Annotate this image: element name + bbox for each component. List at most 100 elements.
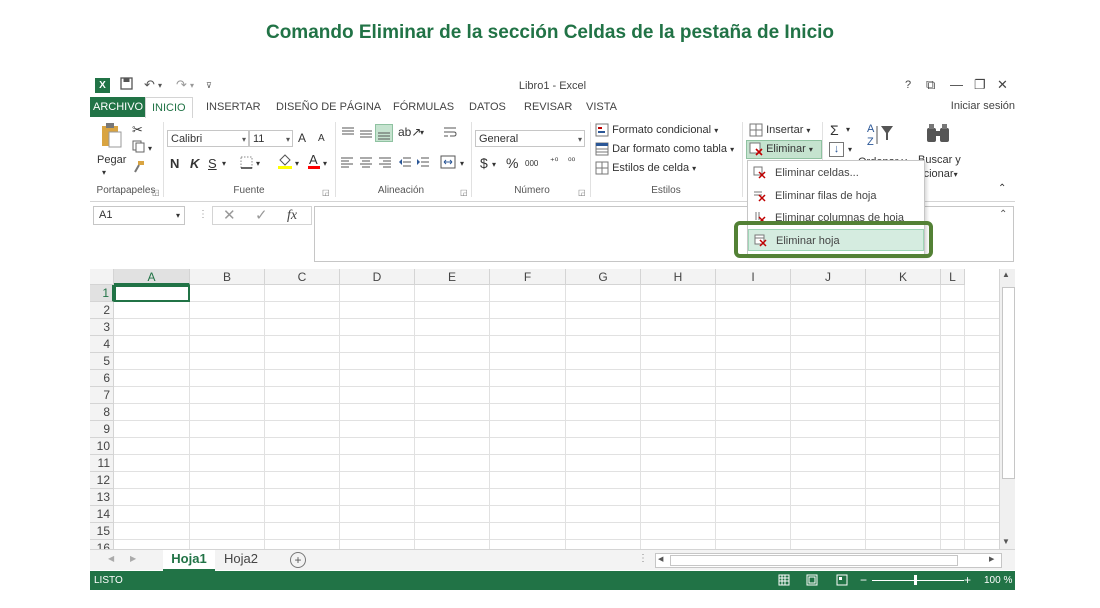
- align-bottom-icon[interactable]: [375, 124, 393, 142]
- scrollbar-thumb[interactable]: [1002, 287, 1015, 479]
- row-header-12[interactable]: 12: [90, 472, 114, 489]
- menu-item-delete-rows[interactable]: Eliminar filas de hoja: [748, 185, 924, 207]
- italic-button[interactable]: K: [190, 156, 199, 171]
- horizontal-scrollbar[interactable]: ◀ ▶: [655, 553, 1002, 568]
- currency-dropdown-icon[interactable]: ▾: [492, 160, 496, 169]
- align-top-icon[interactable]: [340, 126, 356, 143]
- insert-cells-button[interactable]: Insertar ▾: [749, 123, 810, 137]
- split-handle-icon[interactable]: ⋮: [638, 553, 648, 564]
- find-select-icon[interactable]: [924, 122, 952, 151]
- h-scrollbar-thumb[interactable]: [670, 555, 958, 566]
- row-header-2[interactable]: 2: [90, 302, 114, 319]
- zoom-slider[interactable]: [872, 580, 964, 581]
- row-header-15[interactable]: 15: [90, 523, 114, 540]
- row-header-4[interactable]: 4: [90, 336, 114, 353]
- percent-button[interactable]: %: [506, 155, 518, 171]
- page-break-view-icon[interactable]: [836, 574, 848, 589]
- row-header-7[interactable]: 7: [90, 387, 114, 404]
- merge-center-icon[interactable]: [440, 155, 456, 172]
- orientation-icon[interactable]: ab↗: [398, 125, 421, 139]
- font-name-combo[interactable]: Calibri ▾: [167, 130, 249, 147]
- paste-icon[interactable]: [100, 122, 122, 153]
- autosum-dropdown-icon[interactable]: ▾: [846, 125, 850, 134]
- column-header-f[interactable]: F: [490, 269, 566, 285]
- vertical-scrollbar[interactable]: ▲ ▼: [999, 269, 1015, 549]
- restore-button[interactable]: ❐: [974, 77, 986, 93]
- fill-dropdown-icon[interactable]: ▾: [848, 145, 852, 154]
- tab-datos[interactable]: DATOS: [463, 97, 512, 117]
- cancel-entry-icon[interactable]: ✕: [223, 207, 236, 224]
- column-header-i[interactable]: I: [716, 269, 791, 285]
- tab-diseno-pagina[interactable]: DISEÑO DE PÁGINA: [270, 97, 387, 117]
- column-header-c[interactable]: C: [265, 269, 340, 285]
- align-right-icon[interactable]: [378, 156, 392, 171]
- clipboard-launcher-icon[interactable]: ◲: [152, 188, 160, 197]
- currency-button[interactable]: $: [480, 155, 488, 171]
- font-color-icon[interactable]: A: [307, 152, 321, 173]
- scroll-right-icon[interactable]: ▶: [989, 555, 994, 563]
- cell-styles-button[interactable]: Estilos de celda ▾: [595, 161, 696, 175]
- tab-archivo[interactable]: ARCHIVO: [90, 97, 147, 117]
- increase-decimal-button[interactable]: ⁺⁰: [550, 156, 558, 167]
- prev-sheet-icon[interactable]: ◀: [108, 554, 114, 563]
- row-header-1[interactable]: 1: [90, 285, 114, 302]
- close-button[interactable]: ✕: [997, 77, 1008, 93]
- bold-button[interactable]: N: [170, 156, 179, 171]
- expand-formula-bar-icon[interactable]: ⌃: [999, 209, 1007, 220]
- paste-dropdown-icon[interactable]: ▾: [102, 168, 106, 177]
- scroll-down-icon[interactable]: ▼: [1002, 537, 1010, 546]
- orientation-dropdown-icon[interactable]: ▾: [420, 128, 424, 137]
- shrink-font-button[interactable]: A: [318, 133, 325, 144]
- column-header-e[interactable]: E: [415, 269, 490, 285]
- alignment-launcher-icon[interactable]: ◲: [460, 188, 468, 197]
- tab-formulas[interactable]: FÓRMULAS: [387, 97, 460, 117]
- row-header-5[interactable]: 5: [90, 353, 114, 370]
- decrease-decimal-button[interactable]: ⁰⁰: [568, 156, 575, 167]
- column-header-a[interactable]: A: [114, 269, 190, 285]
- borders-dropdown-icon[interactable]: ▾: [256, 159, 260, 168]
- zoom-in-button[interactable]: +: [964, 573, 971, 587]
- column-header-h[interactable]: H: [641, 269, 716, 285]
- page-layout-view-icon[interactable]: [806, 574, 818, 589]
- autosum-icon[interactable]: Σ: [830, 122, 839, 138]
- name-box[interactable]: A1 ▾: [93, 206, 185, 225]
- tab-revisar[interactable]: REVISAR: [518, 97, 578, 117]
- grow-font-button[interactable]: A: [298, 131, 306, 145]
- copy-icon[interactable]: [132, 140, 145, 156]
- align-left-icon[interactable]: [340, 156, 354, 171]
- format-painter-icon[interactable]: [132, 160, 145, 176]
- fill-down-icon[interactable]: ↓: [829, 142, 844, 157]
- next-sheet-icon[interactable]: ▶: [130, 554, 136, 563]
- borders-icon[interactable]: [240, 156, 253, 172]
- add-sheet-button[interactable]: +: [290, 552, 306, 568]
- font-launcher-icon[interactable]: ◲: [322, 188, 330, 197]
- column-header-d[interactable]: D: [340, 269, 415, 285]
- tab-vista[interactable]: VISTA: [580, 97, 623, 117]
- fill-color-dropdown-icon[interactable]: ▾: [295, 159, 299, 168]
- collapse-ribbon-icon[interactable]: ⌃: [998, 183, 1006, 194]
- tab-inicio[interactable]: INICIO: [145, 97, 193, 119]
- help-button[interactable]: ?: [905, 79, 911, 91]
- ribbon-options-button[interactable]: ⧉: [926, 77, 935, 93]
- number-launcher-icon[interactable]: ◲: [578, 188, 586, 197]
- column-header-g[interactable]: G: [566, 269, 641, 285]
- row-header-3[interactable]: 3: [90, 319, 114, 336]
- signin-link[interactable]: Iniciar sesión: [951, 100, 1015, 112]
- scroll-up-icon[interactable]: ▲: [1002, 270, 1010, 279]
- cut-icon[interactable]: ✂: [132, 122, 143, 138]
- selected-cell[interactable]: [114, 285, 190, 302]
- sort-filter-icon[interactable]: AZ: [866, 122, 896, 151]
- row-header-8[interactable]: 8: [90, 404, 114, 421]
- confirm-entry-icon[interactable]: ✓: [255, 207, 268, 224]
- row-header-13[interactable]: 13: [90, 489, 114, 506]
- conditional-format-button[interactable]: Formato condicional ▾: [595, 123, 718, 137]
- zoom-level[interactable]: 100 %: [984, 575, 1012, 586]
- font-color-dropdown-icon[interactable]: ▾: [323, 159, 327, 168]
- underline-dropdown-icon[interactable]: ▾: [222, 159, 226, 168]
- sheet-tab-hoja1[interactable]: Hoja1: [163, 550, 215, 571]
- underline-button[interactable]: S: [208, 156, 217, 171]
- row-header-10[interactable]: 10: [90, 438, 114, 455]
- column-header-b[interactable]: B: [190, 269, 265, 285]
- delete-cells-button[interactable]: Eliminar ▾: [746, 140, 822, 159]
- column-header-j[interactable]: J: [791, 269, 866, 285]
